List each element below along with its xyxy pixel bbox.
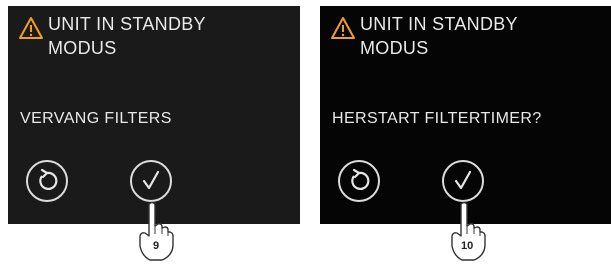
status-title-line1: UNIT IN STANDBY <box>48 14 206 34</box>
confirmation-question: HERSTART FILTERTIMER? <box>332 110 542 127</box>
confirm-button[interactable] <box>130 160 172 202</box>
instruction-message: VERVANG FILTERS <box>20 110 172 127</box>
checkmark-icon <box>142 170 160 190</box>
back-button[interactable] <box>338 160 380 202</box>
pointing-hand-icon: 9 <box>132 200 176 262</box>
back-arrow-icon <box>351 168 370 190</box>
status-title: UNIT IN STANDBY MODUS <box>48 12 206 60</box>
checkmark-icon <box>454 170 472 190</box>
pointing-hand-icon: 10 <box>444 200 488 262</box>
confirm-button[interactable] <box>442 160 484 202</box>
warning-icon <box>19 17 43 39</box>
status-title-line1: UNIT IN STANDBY <box>360 14 518 34</box>
step-number: 9 <box>153 240 160 252</box>
status-title: UNIT IN STANDBY MODUS <box>360 12 518 60</box>
back-button[interactable] <box>26 160 68 202</box>
status-title-line2: MODUS <box>48 38 117 58</box>
display-screen-1: UNIT IN STANDBY MODUS VERVANG FILTERS <box>8 6 300 224</box>
back-arrow-icon <box>39 168 58 190</box>
warning-icon <box>331 17 355 39</box>
step-number: 10 <box>461 240 474 252</box>
display-screen-2: UNIT IN STANDBY MODUS HERSTART FILTERTIM… <box>320 6 611 224</box>
status-title-line2: MODUS <box>360 38 429 58</box>
